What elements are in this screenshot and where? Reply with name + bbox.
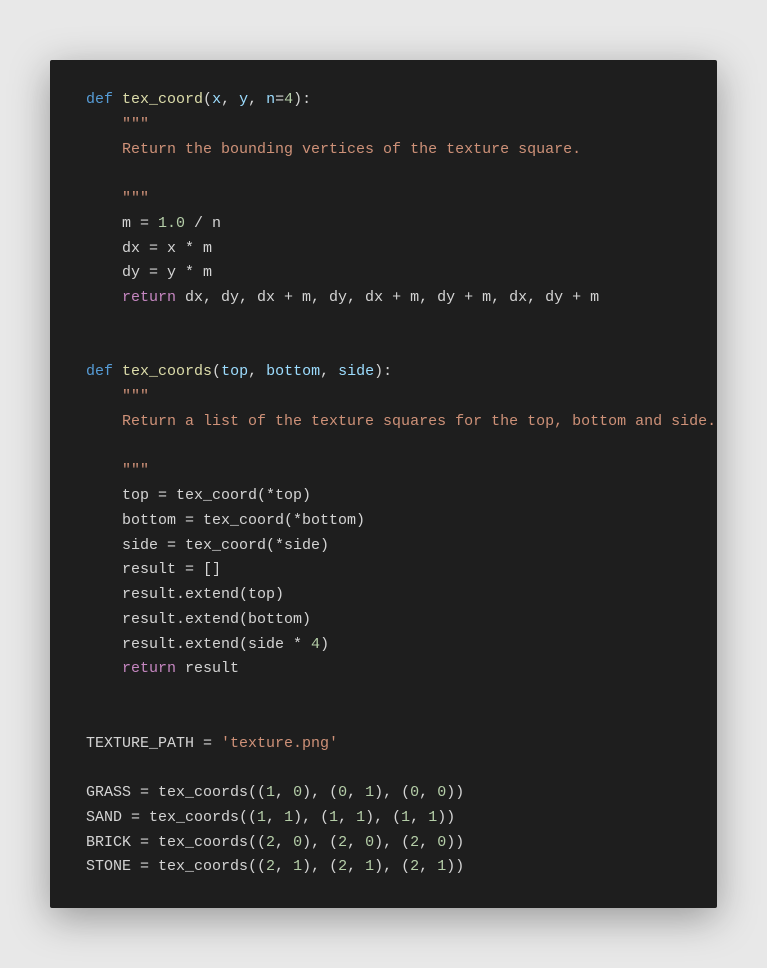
punct: , [275, 784, 293, 801]
docstring-quote: """ [122, 190, 149, 207]
code-block: def tex_coord(x, y, n=4): """ Return the… [50, 60, 717, 908]
number: 0 [437, 784, 446, 801]
docstring-quote: """ [122, 388, 149, 405]
punct: )) [446, 784, 464, 801]
code-line: m = [122, 215, 158, 232]
punct: )) [437, 809, 455, 826]
number: 1 [266, 784, 275, 801]
number: 1 [356, 809, 365, 826]
param-y: y [239, 91, 248, 108]
number: 2 [410, 858, 419, 875]
punct: ), ( [302, 858, 338, 875]
const-texture-path: TEXTURE_PATH = [86, 735, 221, 752]
number: 4 [311, 636, 320, 653]
number: 0 [410, 784, 419, 801]
punct: , [338, 809, 356, 826]
number: 2 [266, 858, 275, 875]
param-side: side [338, 363, 374, 380]
code-line: result [176, 660, 239, 677]
code-line: / n [185, 215, 221, 232]
string-literal: 'texture.png' [221, 735, 338, 752]
code-line: side = tex_coord(*side) [122, 537, 329, 554]
keyword-def: def [86, 363, 113, 380]
number: 1 [365, 858, 374, 875]
punct: )) [446, 858, 464, 875]
number: 4 [284, 91, 293, 108]
punct: , [419, 858, 437, 875]
punct: , [419, 784, 437, 801]
const-sand: SAND = tex_coords(( [86, 809, 257, 826]
punct: ), ( [374, 858, 410, 875]
code-line: bottom = tex_coord(*bottom) [122, 512, 365, 529]
punct: , [347, 784, 365, 801]
number: 1 [365, 784, 374, 801]
number: 1 [284, 809, 293, 826]
code-line: ) [320, 636, 329, 653]
code-line: dy = y * m [122, 264, 212, 281]
docstring-quote: """ [122, 116, 149, 133]
keyword-def: def [86, 91, 113, 108]
number: 0 [293, 784, 302, 801]
number: 1 [437, 858, 446, 875]
const-stone: STONE = tex_coords(( [86, 858, 266, 875]
punct: )) [446, 834, 464, 851]
code-line: result.extend(side * [122, 636, 311, 653]
param-top: top [221, 363, 248, 380]
number: 0 [437, 834, 446, 851]
punct: , [410, 809, 428, 826]
number: 2 [266, 834, 275, 851]
punct: ), ( [302, 784, 338, 801]
punct: ), ( [293, 809, 329, 826]
number: 1 [293, 858, 302, 875]
code-line: dx = x * m [122, 240, 212, 257]
punct: , [266, 809, 284, 826]
punct: , [347, 834, 365, 851]
number: 1 [257, 809, 266, 826]
keyword-return: return [122, 660, 176, 677]
const-brick: BRICK = tex_coords(( [86, 834, 266, 851]
punct: ), ( [302, 834, 338, 851]
number: 1 [428, 809, 437, 826]
param-x: x [212, 91, 221, 108]
code-content: def tex_coord(x, y, n=4): """ Return the… [86, 91, 716, 875]
punct: , [275, 834, 293, 851]
number: 2 [338, 834, 347, 851]
punct: ), ( [365, 809, 401, 826]
code-line: result.extend(top) [122, 586, 284, 603]
docstring-quote: """ [122, 462, 149, 479]
number: 0 [365, 834, 374, 851]
punct: ), ( [374, 784, 410, 801]
punct: , [347, 858, 365, 875]
punct: , [419, 834, 437, 851]
docstring-text: Return the bounding vertices of the text… [122, 141, 581, 158]
number: 0 [338, 784, 347, 801]
number: 0 [293, 834, 302, 851]
code-line: dx, dy, dx + m, dy, dx + m, dy + m, dx, … [176, 289, 599, 306]
number: 1 [329, 809, 338, 826]
number: 2 [338, 858, 347, 875]
code-line: result.extend(bottom) [122, 611, 311, 628]
code-line: top = tex_coord(*top) [122, 487, 311, 504]
func-name: tex_coords [122, 363, 212, 380]
number: 2 [410, 834, 419, 851]
const-grass: GRASS = tex_coords(( [86, 784, 266, 801]
punct: ), ( [374, 834, 410, 851]
punct: , [275, 858, 293, 875]
param-bottom: bottom [266, 363, 320, 380]
func-name: tex_coord [122, 91, 203, 108]
code-line: result = [] [122, 561, 221, 578]
docstring-text: Return a list of the texture squares for… [122, 413, 716, 430]
number: 1 [401, 809, 410, 826]
number: 1.0 [158, 215, 185, 232]
keyword-return: return [122, 289, 176, 306]
param-n: n [266, 91, 275, 108]
